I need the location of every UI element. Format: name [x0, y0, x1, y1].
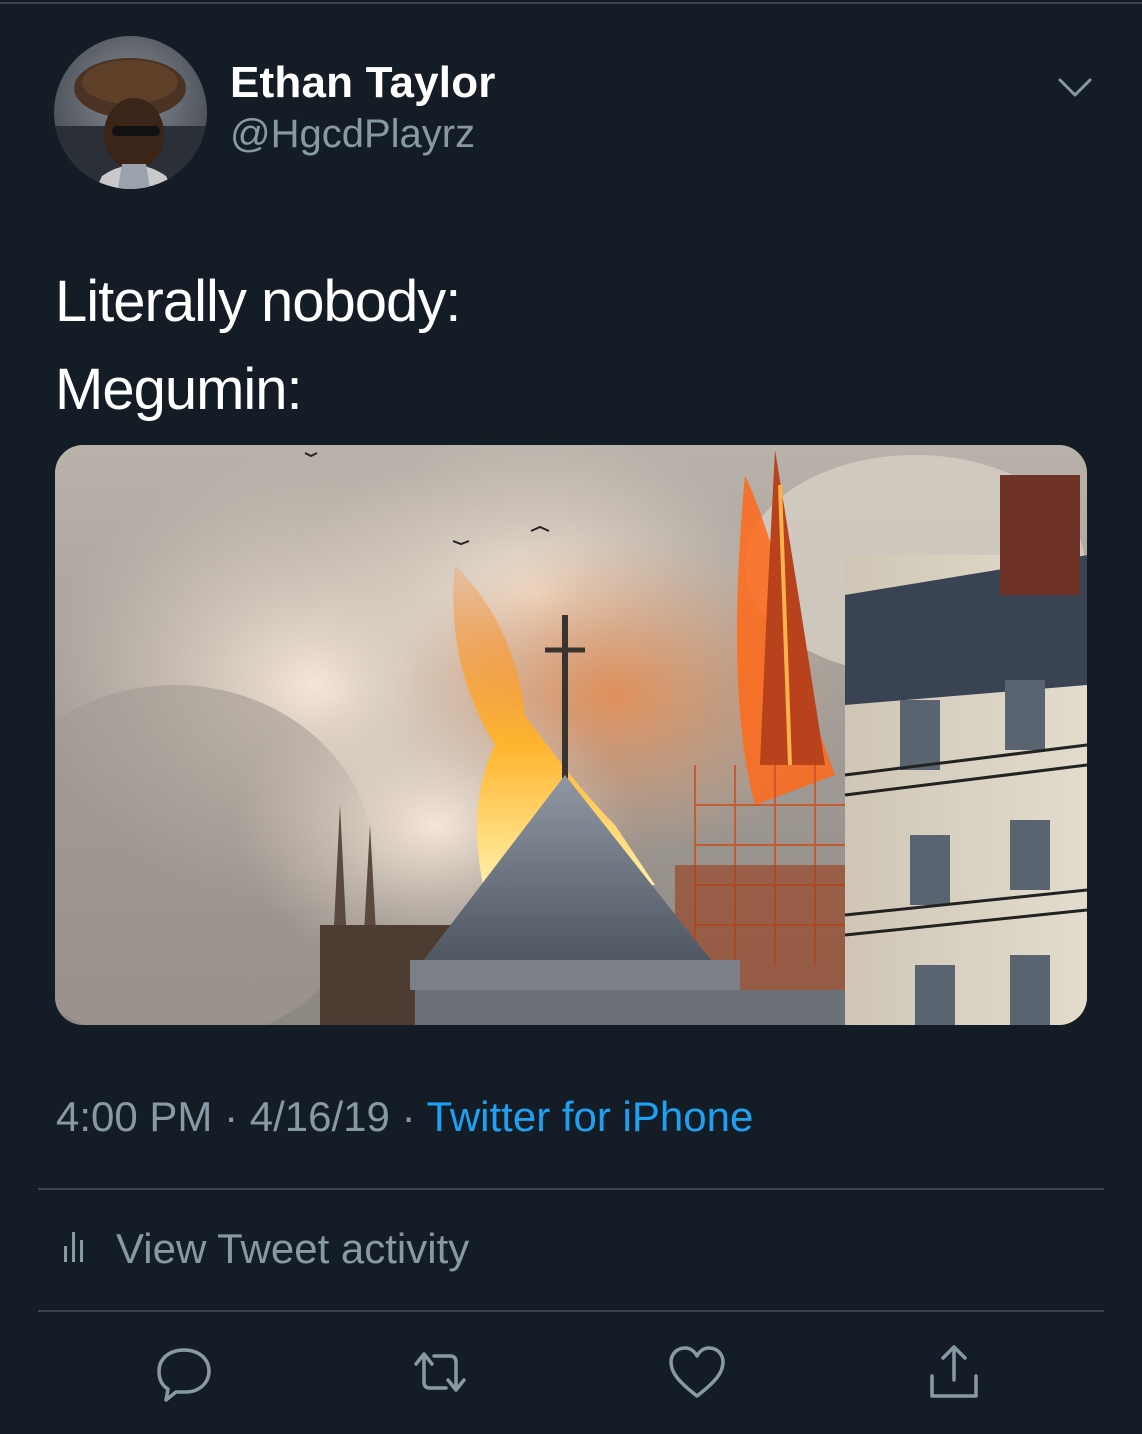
retweet-icon [414, 1352, 466, 1392]
tweet-date: 4/16/19 [249, 1093, 390, 1140]
tweet-text-line: Literally nobody: [55, 269, 461, 334]
like-button[interactable] [665, 1340, 729, 1404]
meta-separator: · [224, 1093, 239, 1140]
activity-label: View Tweet activity [116, 1225, 470, 1272]
tweet-menu-button[interactable] [1050, 66, 1100, 112]
divider [38, 1310, 1104, 1312]
view-tweet-activity-link[interactable]: View Tweet activity [62, 1222, 469, 1276]
share-icon [930, 1345, 978, 1398]
like-icon [669, 1346, 725, 1398]
avatar[interactable] [54, 36, 207, 189]
chevron-down-icon [1058, 78, 1092, 97]
tweet-text: Literally nobody: Megumin: [55, 258, 461, 434]
retweet-button[interactable] [408, 1340, 472, 1404]
author-handle[interactable]: @HgcdPlayrz [230, 112, 475, 157]
divider [38, 1188, 1104, 1190]
tweet-source-link[interactable]: Twitter for iPhone [427, 1093, 754, 1140]
tweet-media-image[interactable] [55, 445, 1087, 1025]
meta-separator: · [401, 1093, 416, 1140]
share-button[interactable] [922, 1340, 986, 1404]
tweet-text-line: Megumin: [55, 357, 303, 422]
bar-chart-icon [62, 1224, 90, 1274]
reply-button[interactable] [152, 1340, 216, 1404]
author-display-name[interactable]: Ethan Taylor [230, 58, 496, 108]
tweet-time: 4:00 PM [56, 1093, 213, 1140]
tweet-meta: 4:00 PM · 4/16/19 · Twitter for iPhone [56, 1093, 753, 1141]
top-divider [0, 2, 1142, 4]
reply-icon [157, 1348, 211, 1402]
